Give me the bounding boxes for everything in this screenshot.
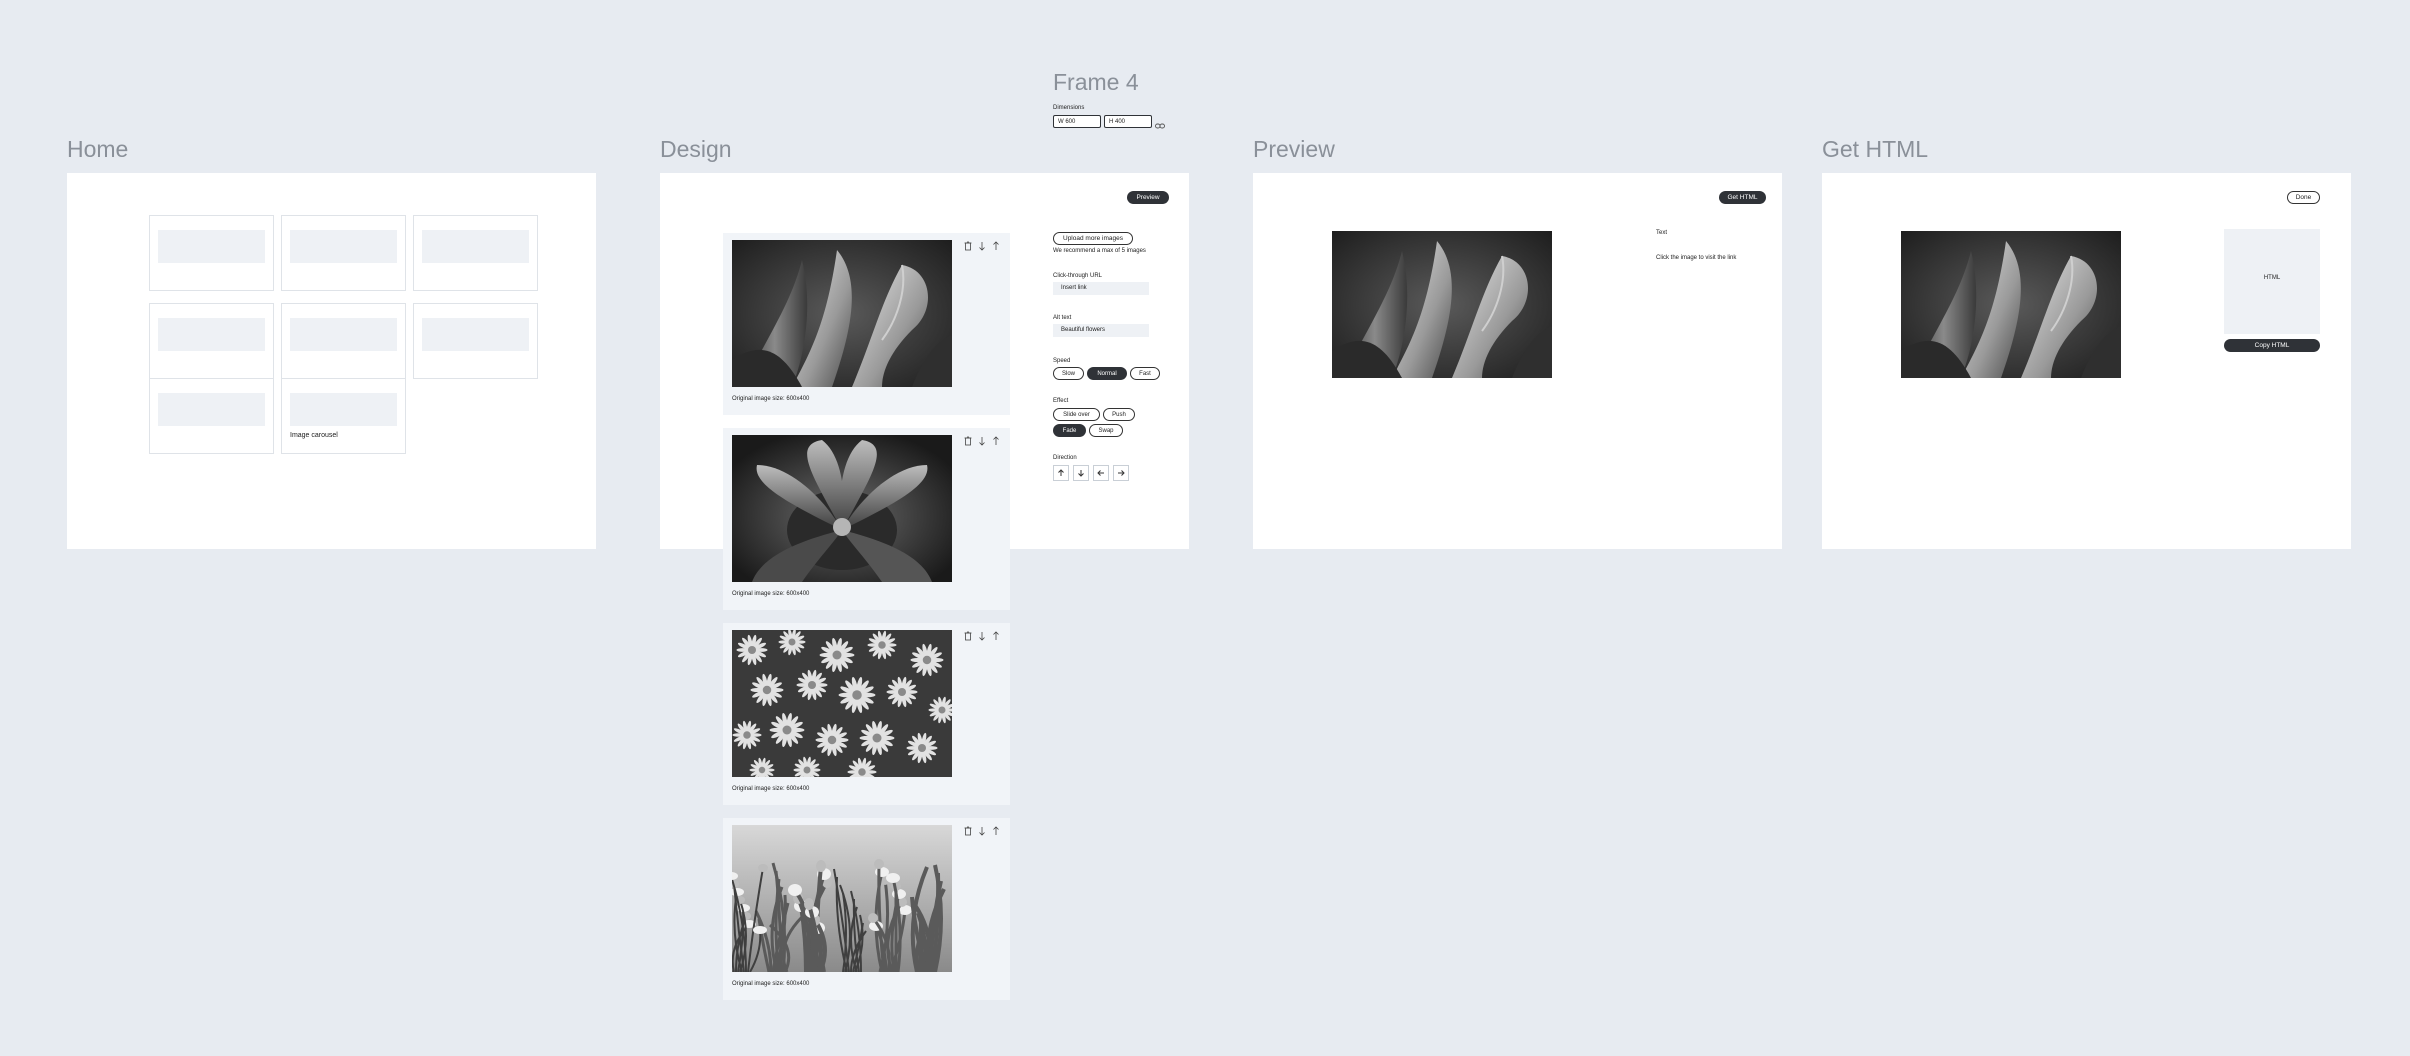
move-down-icon bbox=[979, 827, 985, 836]
wildflowers-image bbox=[732, 825, 952, 972]
tile-placeholder bbox=[422, 230, 529, 263]
arrow-up-icon bbox=[1058, 469, 1064, 476]
design-frame-title: Design bbox=[660, 136, 732, 162]
image-caption: Original image size: 600x400 bbox=[732, 396, 810, 402]
height-input[interactable]: H 400 bbox=[1104, 115, 1152, 128]
recommend-text: We recommend a max of 5 images bbox=[1053, 248, 1146, 254]
template-tile[interactable] bbox=[413, 215, 538, 291]
text-label: Text bbox=[1656, 230, 1668, 236]
trash-icon bbox=[964, 631, 972, 641]
upload-more-button[interactable]: Upload more images bbox=[1053, 232, 1133, 245]
speed-fast-option[interactable]: Fast bbox=[1130, 367, 1160, 380]
carousel-final-image bbox=[1901, 231, 2121, 378]
tile-label: Image carousel bbox=[290, 432, 338, 439]
speed-slow-option[interactable]: Slow bbox=[1053, 367, 1084, 380]
direction-label: Direction bbox=[1053, 455, 1077, 461]
frame4-title: Frame 4 bbox=[1053, 69, 1139, 95]
trash-icon bbox=[964, 241, 972, 251]
template-tile[interactable] bbox=[149, 215, 274, 291]
home-frame: Image carousel bbox=[67, 173, 596, 549]
template-tile[interactable] bbox=[281, 303, 406, 379]
direction-down-button[interactable] bbox=[1073, 465, 1089, 481]
preview-frame-title: Preview bbox=[1253, 136, 1335, 162]
template-tile[interactable] bbox=[149, 378, 274, 454]
move-down-icon bbox=[979, 242, 985, 251]
direction-up-button[interactable] bbox=[1053, 465, 1069, 481]
dimensions-label: Dimensions bbox=[1053, 105, 1085, 111]
effect-fade-option[interactable]: Fade bbox=[1053, 424, 1086, 437]
get-html-button[interactable]: Get HTML bbox=[1719, 191, 1766, 204]
image-caption: Original image size: 600x400 bbox=[732, 981, 810, 987]
click-url-label: Click-through URL bbox=[1053, 273, 1103, 279]
trash-icon bbox=[964, 436, 972, 446]
move-down-icon bbox=[979, 632, 985, 641]
tile-placeholder bbox=[158, 230, 265, 263]
done-button[interactable]: Done bbox=[2287, 191, 2320, 204]
speed-label: Speed bbox=[1053, 358, 1071, 364]
arrow-down-icon bbox=[1078, 470, 1084, 477]
effect-push-option[interactable]: Push bbox=[1103, 408, 1135, 421]
tile-placeholder bbox=[158, 393, 265, 426]
image-card[interactable]: Original image size: 600x400 bbox=[723, 233, 1010, 415]
move-up-icon bbox=[993, 241, 999, 250]
alt-text-input[interactable]: Beautiful flowers bbox=[1053, 324, 1149, 337]
image-card[interactable]: Original image size: 600x400 bbox=[723, 818, 1010, 1000]
image-caption: Original image size: 600x400 bbox=[732, 786, 810, 792]
template-tile[interactable] bbox=[281, 215, 406, 291]
image-carousel-tile[interactable]: Image carousel bbox=[281, 378, 406, 454]
succulent-image bbox=[732, 435, 952, 582]
template-tile[interactable] bbox=[149, 303, 274, 379]
move-up-icon bbox=[993, 631, 999, 640]
html-code-box[interactable]: HTML bbox=[2224, 229, 2320, 334]
tile-placeholder bbox=[158, 318, 265, 351]
preview-frame: Get HTML Text Click the image to visit t… bbox=[1253, 173, 1782, 549]
click-url-input[interactable]: Insert link bbox=[1053, 282, 1149, 295]
tile-placeholder bbox=[290, 318, 397, 351]
daisies-image bbox=[732, 630, 952, 777]
move-up-icon bbox=[993, 436, 999, 445]
trash-icon bbox=[964, 826, 972, 836]
arrow-left-icon bbox=[1097, 470, 1104, 476]
effect-label: Effect bbox=[1053, 398, 1069, 404]
move-up-icon bbox=[993, 826, 999, 835]
image-card[interactable]: Original image size: 600x400 bbox=[723, 428, 1010, 610]
gethtml-frame: Done HTML Copy HTML bbox=[1822, 173, 2351, 549]
direction-left-button[interactable] bbox=[1093, 465, 1109, 481]
preview-button[interactable]: Preview bbox=[1127, 191, 1169, 204]
tile-placeholder bbox=[290, 230, 397, 263]
carousel-preview-image[interactable] bbox=[1332, 231, 1552, 378]
copy-html-button[interactable]: Copy HTML bbox=[2224, 339, 2320, 352]
text-value: Click the image to visit the link bbox=[1656, 255, 1737, 261]
move-down-icon bbox=[979, 437, 985, 446]
template-tile[interactable] bbox=[413, 303, 538, 379]
html-label: HTML bbox=[2263, 275, 2281, 281]
gethtml-frame-title: Get HTML bbox=[1822, 136, 1929, 162]
image-card[interactable]: Original image size: 600x400 bbox=[723, 623, 1010, 805]
link-icon[interactable] bbox=[1155, 117, 1165, 129]
direction-right-button[interactable] bbox=[1113, 465, 1129, 481]
tile-placeholder bbox=[290, 393, 397, 426]
tile-placeholder bbox=[422, 318, 529, 351]
effect-swap-option[interactable]: Swap bbox=[1089, 424, 1123, 437]
image-caption: Original image size: 600x400 bbox=[732, 591, 810, 597]
speed-normal-option[interactable]: Normal bbox=[1087, 367, 1127, 380]
alt-text-label: Alt text bbox=[1053, 315, 1072, 321]
arrow-right-icon bbox=[1118, 470, 1125, 476]
width-input[interactable]: W 600 bbox=[1053, 115, 1101, 128]
calla-lily-image bbox=[732, 240, 952, 387]
effect-slide-over-option[interactable]: Slide over bbox=[1053, 408, 1100, 421]
home-frame-title: Home bbox=[67, 136, 129, 162]
